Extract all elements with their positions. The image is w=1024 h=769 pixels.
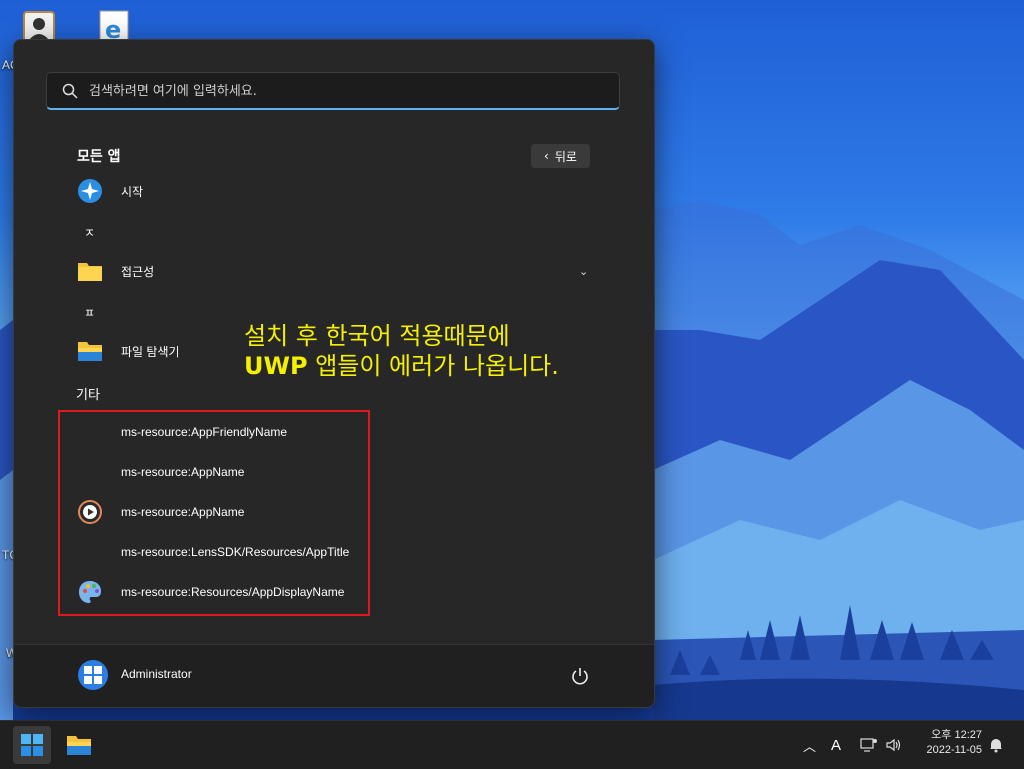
start-footer: Administrator <box>14 644 654 707</box>
network-icon[interactable] <box>860 721 878 769</box>
avatar[interactable] <box>78 660 108 690</box>
app-label: 시작 <box>121 184 144 199</box>
highlight-box <box>58 410 370 616</box>
all-apps-title: 모든 앱 <box>77 149 121 165</box>
taskbar-file-explorer[interactable] <box>60 726 98 764</box>
search-input[interactable] <box>89 73 609 109</box>
taskbar: ︿ A 오후 12:27 2022-11-05 <box>0 720 1024 769</box>
show-hidden-icons[interactable]: ︿ <box>803 721 816 769</box>
letter-header[interactable]: ㅈ <box>84 224 95 241</box>
clock-date: 2022-11-05 <box>926 744 982 756</box>
user-name[interactable]: Administrator <box>121 667 192 681</box>
chevron-up-icon[interactable]: ︿ <box>803 736 816 755</box>
clock-time: 오후 12:27 <box>931 729 982 741</box>
search-box[interactable] <box>46 72 620 110</box>
back-button[interactable]: ‹ 뒤로 <box>531 144 590 168</box>
start-menu: 모든 앱 ‹ 뒤로 시작 ㅈ 접근성 ⌄ ㅍ 파일 탐색기 설치 후 한국어 적… <box>13 39 655 708</box>
file-explorer-icon <box>77 338 103 364</box>
annotation-text: 설치 후 한국어 적용때문에 UWP 앱들이 에러가 나옵니다. <box>244 322 559 380</box>
folder-icon <box>77 258 103 284</box>
chevron-down-icon[interactable]: ⌄ <box>579 265 588 278</box>
volume-icon[interactable] <box>885 721 903 769</box>
app-item-accessibility[interactable]: 접근성 ⌄ <box>64 253 604 289</box>
ime-indicator[interactable]: A <box>831 721 841 769</box>
power-icon[interactable] <box>570 666 590 686</box>
other-group-title[interactable]: 기타 <box>76 384 100 403</box>
file-explorer-icon <box>67 736 91 755</box>
app-label: 파일 탐색기 <box>121 344 180 359</box>
windows-logo-icon <box>21 734 43 756</box>
chevron-left-icon: ‹ <box>544 149 549 163</box>
back-button-label: 뒤로 <box>554 149 577 164</box>
search-icon <box>62 83 78 99</box>
tips-star-icon <box>77 178 103 204</box>
ime-label: A <box>831 736 842 754</box>
start-button[interactable] <box>13 726 51 764</box>
app-label: 접근성 <box>121 264 155 279</box>
windows-logo-icon <box>84 666 102 684</box>
system-clock[interactable]: 오후 12:27 2022-11-05 <box>912 728 982 758</box>
notification-icon[interactable] <box>988 721 1004 769</box>
letter-header[interactable]: ㅍ <box>84 304 95 321</box>
app-item-tips[interactable]: 시작 <box>64 173 604 209</box>
